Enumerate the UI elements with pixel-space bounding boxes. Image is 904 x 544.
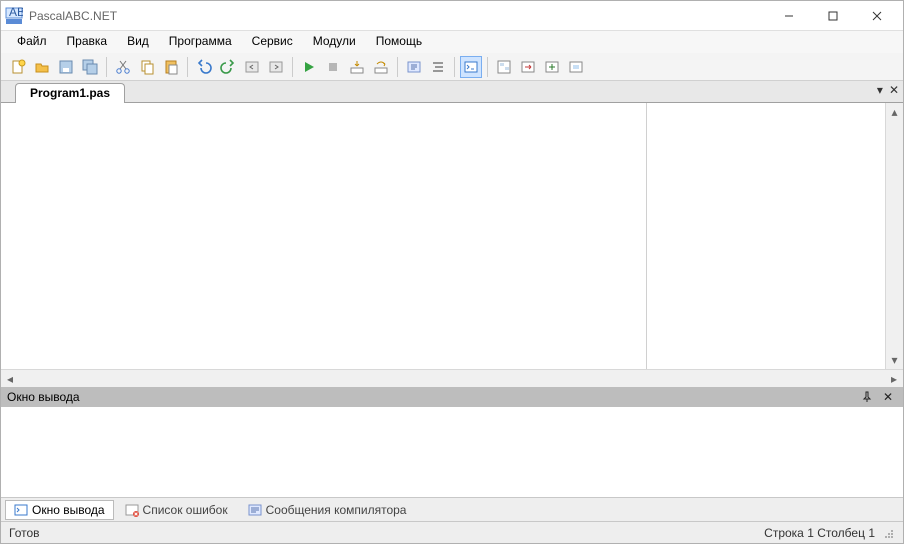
editor-tab-strip: Program1.pas ▾ ✕ — [1, 81, 903, 103]
svg-text:AB: AB — [9, 7, 23, 19]
nav-forward-button[interactable] — [265, 56, 287, 78]
bottom-tab-label: Сообщения компилятора — [266, 503, 407, 517]
step-into-button[interactable] — [346, 56, 368, 78]
compile-button[interactable] — [403, 56, 425, 78]
bottom-tab-label: Окно вывода — [32, 503, 105, 517]
copy-button[interactable] — [136, 56, 158, 78]
close-button[interactable] — [855, 2, 899, 30]
menu-program[interactable]: Программа — [159, 31, 242, 53]
menu-bar: Файл Правка Вид Программа Сервис Модули … — [1, 31, 903, 53]
maximize-button[interactable] — [811, 2, 855, 30]
editor-tab[interactable]: Program1.pas — [15, 83, 125, 103]
editor-area: ▴ ▾ — [1, 103, 903, 369]
status-ready: Готов — [9, 526, 764, 540]
tab-menu-dropdown-icon[interactable]: ▾ — [877, 83, 883, 97]
status-col-value: 1 — [868, 526, 875, 540]
errors-icon — [125, 503, 139, 517]
code-editor[interactable] — [1, 103, 647, 369]
app-icon: AB — [5, 7, 23, 25]
step-over-button[interactable] — [370, 56, 392, 78]
bottom-tab-label: Список ошибок — [143, 503, 228, 517]
convert-button[interactable] — [517, 56, 539, 78]
menu-help[interactable]: Помощь — [366, 31, 432, 53]
close-panel-icon[interactable]: ✕ — [879, 390, 897, 404]
output-panel-header: Окно вывода ✕ — [1, 387, 903, 407]
app-window: AB PascalABC.NET Файл Правка Вид Програм… — [0, 0, 904, 544]
bottom-tab-compiler[interactable]: Сообщения компилятора — [239, 500, 416, 520]
open-file-button[interactable] — [31, 56, 53, 78]
save-all-button[interactable] — [79, 56, 101, 78]
menu-modules[interactable]: Модули — [303, 31, 366, 53]
horizontal-scrollbar[interactable]: ◂ ▸ — [1, 369, 903, 387]
terminal-button[interactable] — [460, 56, 482, 78]
minimize-button[interactable] — [767, 2, 811, 30]
status-bar: Готов Строка 1 Столбец 1 — [1, 521, 903, 543]
bottom-tab-output[interactable]: Окно вывода — [5, 500, 114, 520]
tab-close-icon[interactable]: ✕ — [889, 83, 899, 97]
window-title: PascalABC.NET — [29, 9, 767, 23]
menu-view[interactable]: Вид — [117, 31, 159, 53]
form-designer-button[interactable] — [493, 56, 515, 78]
title-bar: AB PascalABC.NET — [1, 1, 903, 31]
status-col-label: Столбец — [817, 526, 865, 540]
scroll-up-icon[interactable]: ▴ — [886, 103, 903, 121]
toolbar-separator — [454, 57, 455, 77]
output-panel-title: Окно вывода — [7, 390, 861, 404]
editor-right-margin — [647, 103, 885, 369]
compiler-icon — [248, 503, 262, 517]
toolbar — [1, 53, 903, 81]
menu-file[interactable]: Файл — [7, 31, 57, 53]
paste-button[interactable] — [160, 56, 182, 78]
undo-button[interactable] — [193, 56, 215, 78]
bottom-tab-strip: Окно вывода Список ошибок Сообщения комп… — [1, 497, 903, 521]
vertical-scrollbar[interactable]: ▴ ▾ — [885, 103, 903, 369]
toolbar-separator — [187, 57, 188, 77]
output-panel-body[interactable] — [1, 407, 903, 497]
save-button[interactable] — [55, 56, 77, 78]
run-button[interactable] — [298, 56, 320, 78]
nav-back-button[interactable] — [241, 56, 263, 78]
menu-edit[interactable]: Правка — [57, 31, 118, 53]
scroll-left-icon[interactable]: ◂ — [1, 370, 19, 387]
pin-icon[interactable] — [861, 391, 879, 403]
toolbar-separator — [106, 57, 107, 77]
new-file-button[interactable] — [7, 56, 29, 78]
redo-button[interactable] — [217, 56, 239, 78]
toolbar-separator — [487, 57, 488, 77]
format-button[interactable] — [427, 56, 449, 78]
build-exe-button[interactable] — [541, 56, 563, 78]
cut-button[interactable] — [112, 56, 134, 78]
resize-grip-icon[interactable] — [881, 526, 895, 540]
scroll-down-icon[interactable]: ▾ — [886, 351, 903, 369]
stop-button[interactable] — [322, 56, 344, 78]
status-line-label: Строка — [764, 526, 804, 540]
bottom-tab-errors[interactable]: Список ошибок — [116, 500, 237, 520]
status-line-value: 1 — [807, 526, 814, 540]
menu-service[interactable]: Сервис — [242, 31, 303, 53]
toolbar-separator — [292, 57, 293, 77]
build-msi-button[interactable] — [565, 56, 587, 78]
output-icon — [14, 503, 28, 517]
scroll-right-icon[interactable]: ▸ — [885, 370, 903, 387]
toolbar-separator — [397, 57, 398, 77]
